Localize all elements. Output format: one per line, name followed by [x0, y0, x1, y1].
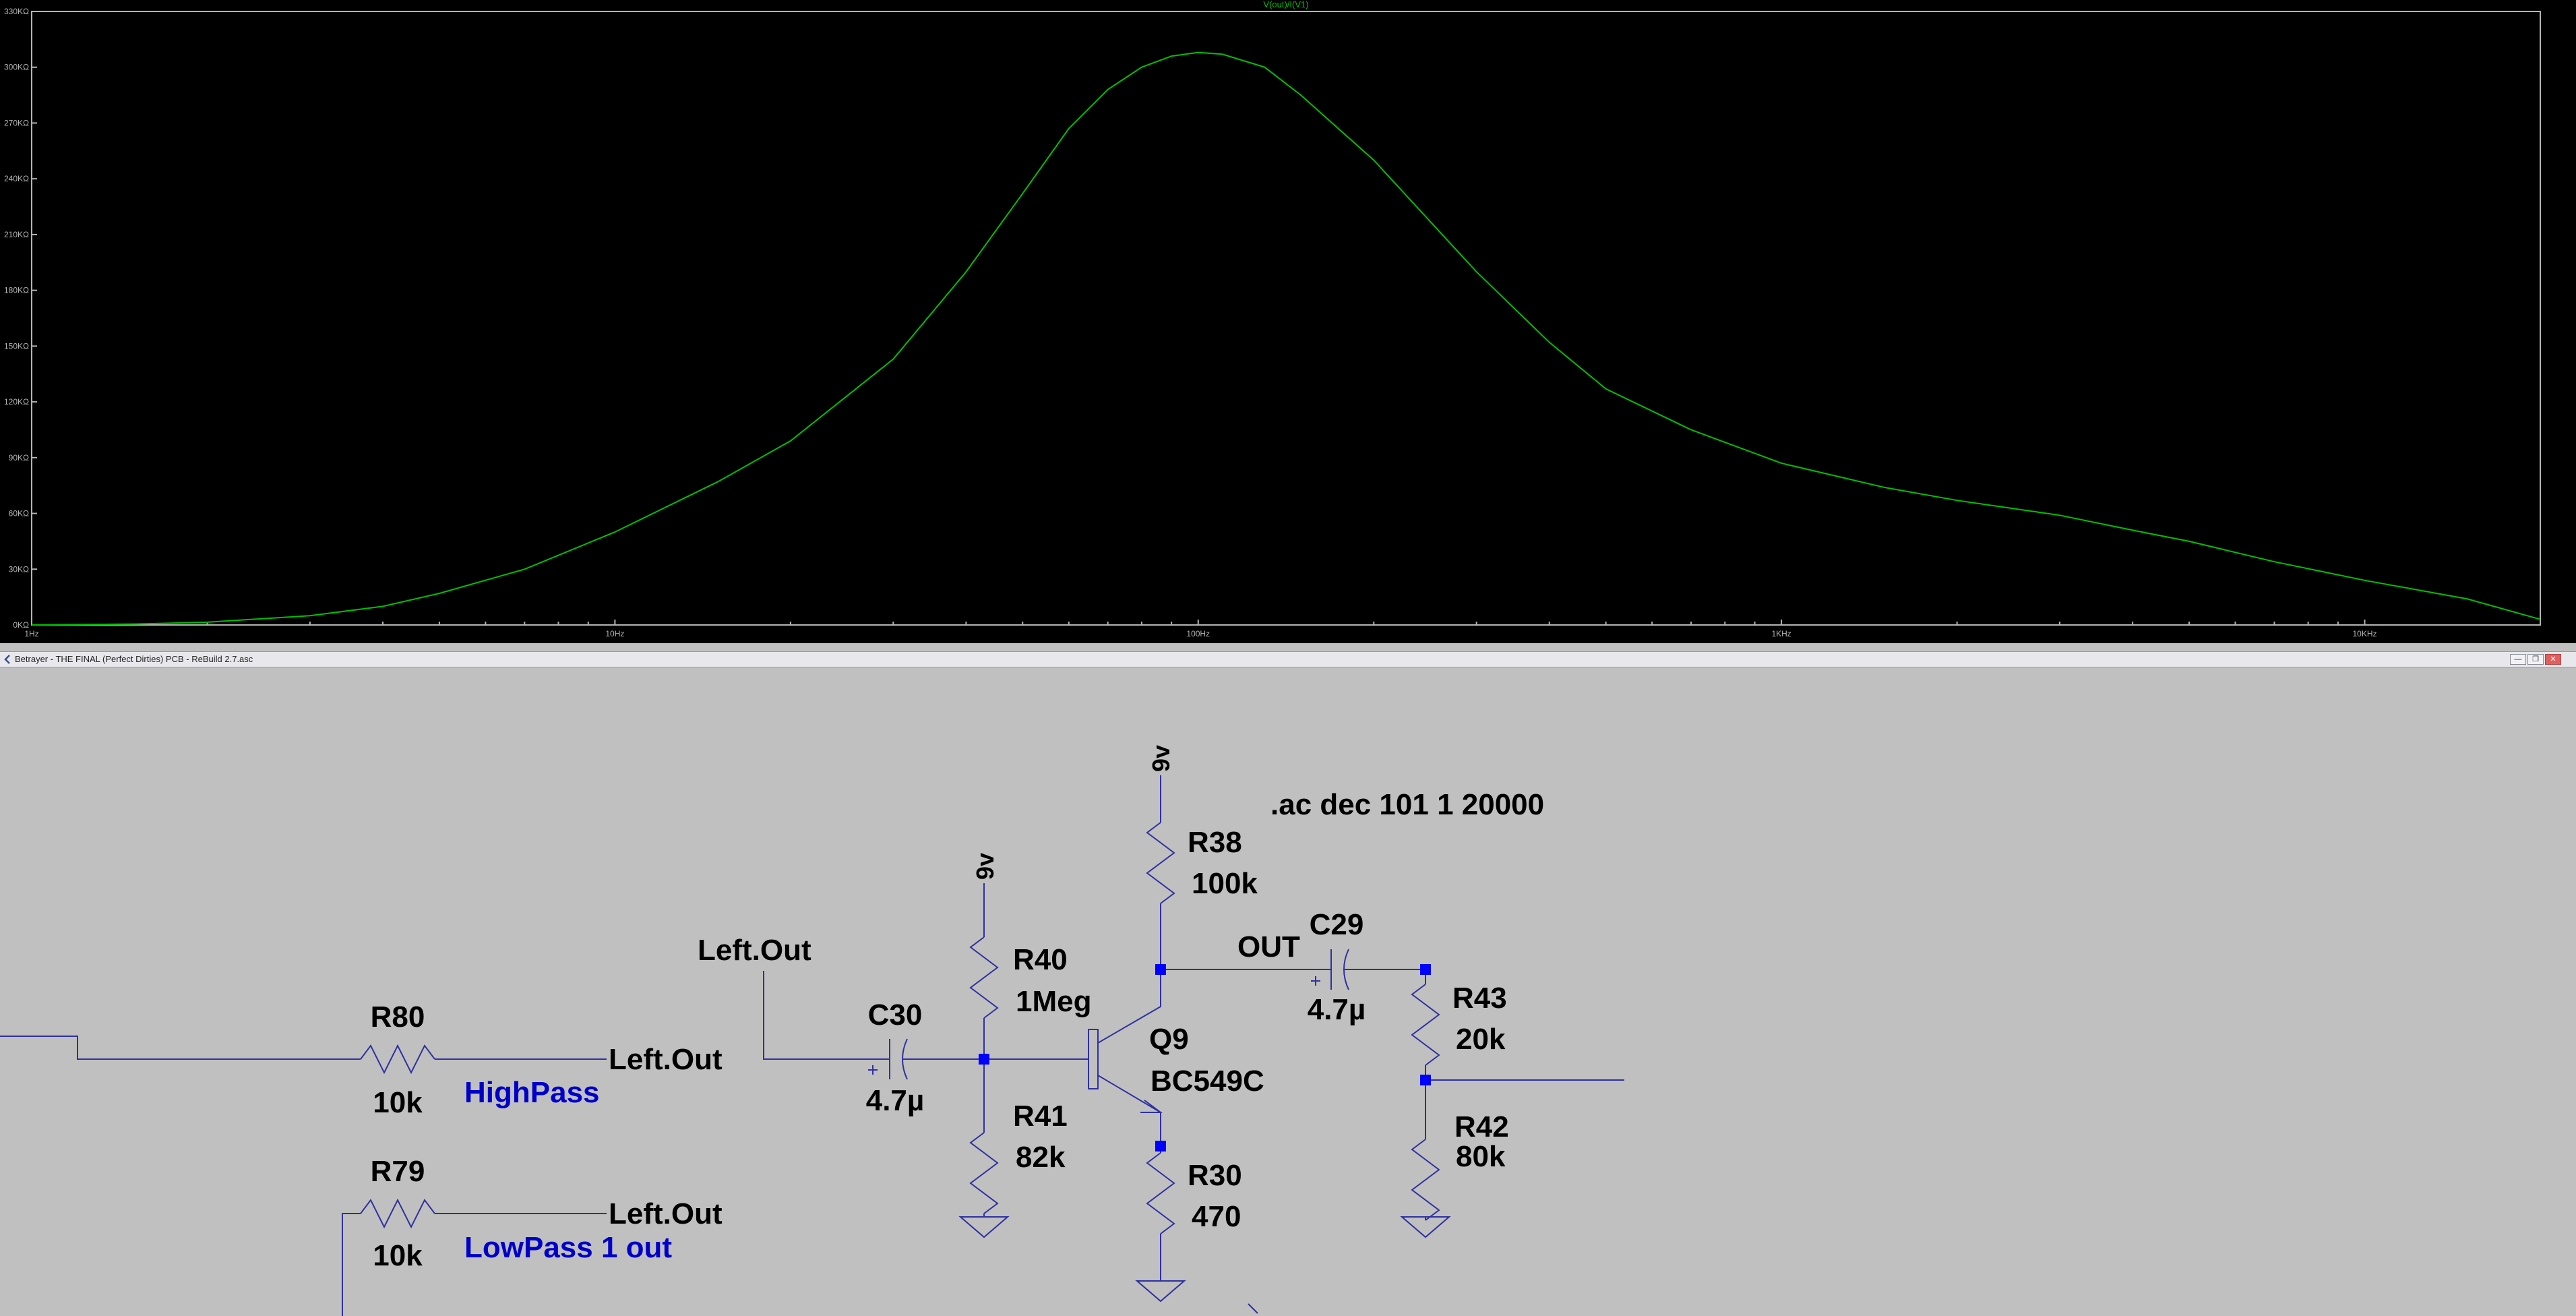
y-tick-label: 270KΩ [4, 118, 29, 127]
r40-value[interactable]: 1Meg [1016, 985, 1091, 1018]
r42-resistor-symbol[interactable] [1411, 1139, 1440, 1221]
r79-value[interactable]: 10k [373, 1239, 423, 1272]
r43-value[interactable]: 20k [1456, 1023, 1506, 1056]
wire-r79-in[interactable] [342, 1213, 361, 1316]
r42-name[interactable]: R42 [1454, 1110, 1509, 1143]
schematic-drawing[interactable]: 9v 9v .ac dec 101 1 20000 R80 10k R79 10… [0, 667, 2576, 1316]
y-tick-label: 90KΩ [9, 453, 29, 462]
c30-plus-sign [868, 1065, 878, 1075]
junction-node-divider[interactable] [1420, 1075, 1431, 1085]
r79-resistor-symbol[interactable] [360, 1198, 435, 1229]
x-tick-label: 1Hz [24, 629, 38, 638]
r80-name[interactable]: R80 [371, 1000, 425, 1034]
r80-value[interactable]: 10k [373, 1086, 423, 1119]
r38-value[interactable]: 100k [1192, 867, 1258, 900]
r38-name[interactable]: R38 [1188, 826, 1242, 859]
r41-name[interactable]: R41 [1013, 1100, 1068, 1133]
wire-input[interactable] [0, 1036, 361, 1060]
waveform-plot-pane[interactable]: V(out)/I(V1) 0KΩ 30KΩ 60KΩ 90KΩ 120KΩ 150KΩ 18… [0, 0, 2576, 643]
net-label-leftout-r80[interactable]: Left.Out [609, 1043, 723, 1076]
q9-value[interactable]: BC549C [1151, 1065, 1264, 1098]
x-tick-label: 10KHz [2352, 629, 2376, 638]
x-tick-label: 10Hz [605, 629, 624, 638]
r42-value[interactable]: 80k [1456, 1140, 1506, 1173]
c29-name[interactable]: C29 [1310, 908, 1364, 941]
net-label-out[interactable]: OUT [1237, 930, 1300, 963]
comment-highpass[interactable]: HighPass [464, 1076, 600, 1109]
spice-directive[interactable]: .ac dec 101 1 20000 [1270, 788, 1544, 821]
junction-node-emitter[interactable] [1155, 1141, 1166, 1152]
y-tick-label: 0KΩ [13, 620, 29, 630]
waveform-plot[interactable]: V(out)/I(V1) 0KΩ 30KΩ 60KΩ 90KΩ 120KΩ 150KΩ 18… [0, 0, 2576, 643]
plot-frame [31, 11, 2541, 626]
x-tick-label: 1KHz [1771, 629, 1791, 638]
ground-symbol-r30 [1135, 1280, 1186, 1303]
supply-label-r40[interactable]: 9v [971, 853, 999, 880]
net-label-leftout-top[interactable]: Left.Out [698, 934, 811, 967]
ground-symbol-r41 [958, 1216, 1010, 1238]
c29-value[interactable]: 4.7µ [1308, 993, 1366, 1026]
r79-name[interactable]: R79 [371, 1155, 425, 1188]
r41-resistor-symbol[interactable] [969, 1132, 999, 1214]
r30-name[interactable]: R30 [1188, 1159, 1242, 1192]
c30-value[interactable]: 4.7µ [866, 1084, 925, 1117]
y-tick-label: 240KΩ [4, 174, 29, 183]
q9-base-bar[interactable] [1088, 1029, 1099, 1089]
window-title: Betrayer - THE FINAL (Perfect Dirties) P… [15, 654, 253, 664]
wire-c30-in[interactable] [763, 971, 883, 1060]
r43-name[interactable]: R43 [1452, 982, 1507, 1015]
y-tick-label: 180KΩ [4, 286, 29, 295]
q9-name[interactable]: Q9 [1149, 1023, 1189, 1056]
x-axis: 1Hz 10Hz 100Hz 1KHz 10KHz [24, 620, 2541, 638]
y-tick-label: 120KΩ [4, 397, 29, 407]
c29-plus-sign [1311, 976, 1320, 986]
c30-name[interactable]: C30 [868, 998, 923, 1031]
y-tick-label: 30KΩ [9, 564, 29, 574]
r40-name[interactable]: R40 [1013, 943, 1068, 976]
r30-value[interactable]: 470 [1192, 1200, 1241, 1233]
r43-resistor-symbol[interactable] [1411, 984, 1440, 1066]
r80-resistor-symbol[interactable] [360, 1044, 435, 1075]
y-tick-label: 330KΩ [4, 7, 29, 16]
r41-value[interactable]: 82k [1016, 1141, 1066, 1174]
trace-line[interactable] [31, 51, 2541, 626]
r40-resistor-symbol[interactable] [969, 936, 999, 1019]
r38-resistor-symbol[interactable] [1146, 822, 1175, 904]
junction-node-collector[interactable] [1155, 964, 1166, 975]
r30-resistor-symbol[interactable] [1146, 1152, 1175, 1234]
y-tick-label: 300KΩ [4, 63, 29, 72]
close-button[interactable]: ✕ [2545, 654, 2561, 665]
schematic-window-titlebar[interactable]: Betrayer - THE FINAL (Perfect Dirties) P… [0, 651, 2576, 667]
supply-label-r38[interactable]: 9v [1147, 745, 1175, 772]
junction-node-c29-out[interactable] [1420, 964, 1431, 975]
comment-lowpass[interactable]: LowPass 1 out [464, 1231, 672, 1264]
y-tick-label: 210KΩ [4, 230, 29, 239]
schematic-editor-canvas[interactable]: 9v 9v .ac dec 101 1 20000 R80 10k R79 10… [0, 667, 2576, 1316]
schematic-app-icon [4, 655, 10, 664]
y-tick-label: 150KΩ [4, 341, 29, 351]
stray-mark [1248, 1303, 1258, 1314]
x-tick-label: 100Hz [1186, 629, 1210, 638]
restore-button[interactable]: ❐ [2527, 654, 2544, 665]
junction-node-base[interactable] [979, 1054, 989, 1065]
net-label-leftout-r79[interactable]: Left.Out [609, 1197, 723, 1230]
y-tick-label: 60KΩ [9, 509, 29, 518]
trace-label[interactable]: V(out)/I(V1) [1263, 0, 1308, 9]
minimize-button[interactable]: — [2510, 654, 2526, 665]
